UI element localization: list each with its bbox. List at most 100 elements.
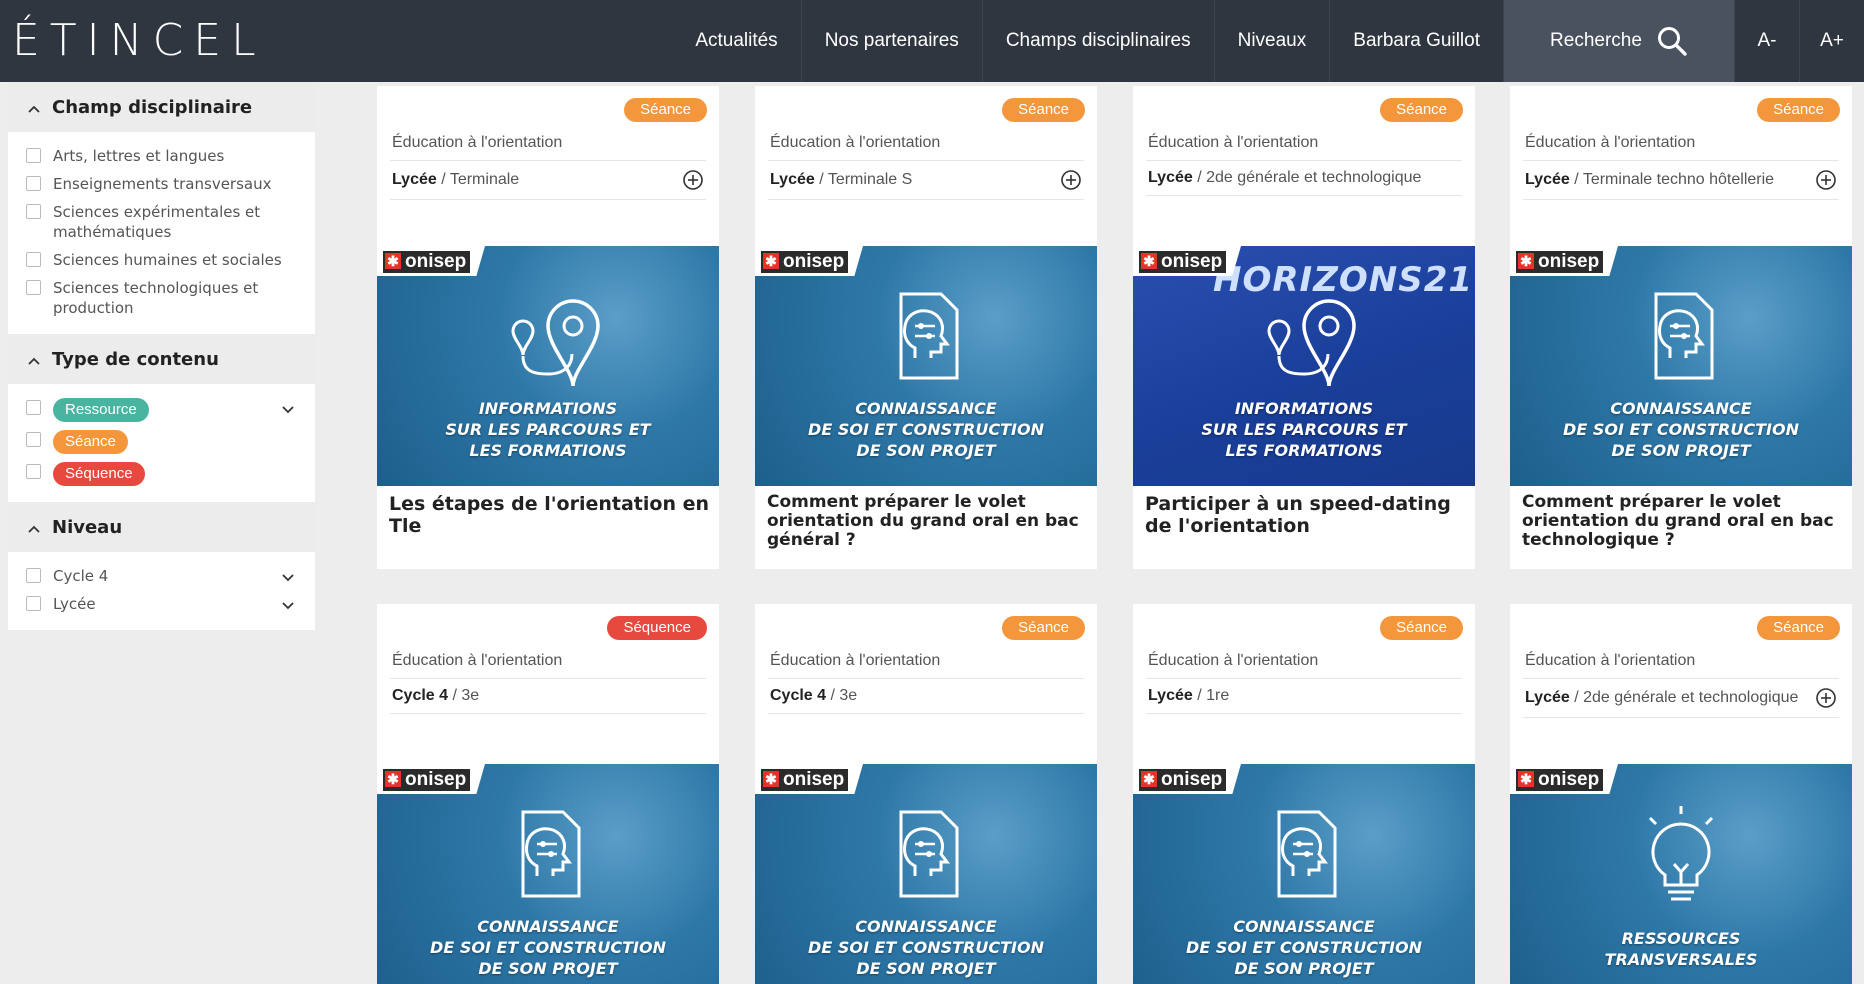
checkbox[interactable] bbox=[26, 204, 41, 219]
checkbox[interactable] bbox=[26, 596, 41, 611]
thumb-caption-line: DE SON PROJET bbox=[478, 959, 618, 978]
card-field: Éducation à l'orientation bbox=[390, 644, 706, 679]
main-nav: Actualités Nos partenaires Champs discip… bbox=[672, 0, 1864, 82]
filter-option[interactable]: Lycée bbox=[8, 590, 315, 618]
resource-card[interactable]: Séance Éducation à l'orientation Cycle 4… bbox=[755, 604, 1097, 984]
nav-item-champs-disciplinaires[interactable]: Champs disciplinaires bbox=[981, 0, 1214, 82]
onisep-star-icon: ✱ bbox=[385, 771, 401, 787]
chevron-down-icon[interactable] bbox=[281, 570, 295, 584]
facet-options-niveau: Cycle 4 Lycée bbox=[8, 552, 315, 630]
checkbox[interactable] bbox=[26, 432, 41, 447]
card-level-detail: / Terminale techno hôtellerie bbox=[1569, 171, 1775, 188]
card-thumbnail: CONNAISSANCE DE SOI ET CONSTRUCTION DE SON… bbox=[1510, 246, 1852, 486]
top-navigation-bar: ÉTINCEL Actualités Nos partenaires Champ… bbox=[0, 0, 1864, 82]
card-field: Éducation à l'orientation bbox=[768, 644, 1084, 679]
filter-option[interactable]: Sciences expérimentales et mathématiques bbox=[8, 198, 315, 246]
facet-title: Niveau bbox=[52, 516, 123, 538]
chevron-down-icon[interactable] bbox=[281, 402, 295, 416]
expand-plus-icon[interactable] bbox=[1815, 687, 1837, 709]
card-level-detail: / 2de générale et technologique bbox=[1569, 689, 1799, 706]
seance-pill: Séance bbox=[53, 430, 128, 454]
resource-card[interactable]: Séance Éducation à l'orientation Lycée /… bbox=[1133, 604, 1475, 984]
checkbox[interactable] bbox=[26, 280, 41, 295]
card-title[interactable]: Comment préparer le volet orientation du… bbox=[767, 493, 1087, 550]
thumb-caption-line: INFORMATIONS bbox=[1234, 399, 1374, 418]
resource-card[interactable]: Séance Éducation à l'orientation Lycée /… bbox=[1510, 86, 1852, 569]
expand-plus-icon[interactable] bbox=[1815, 169, 1837, 191]
thumb-illustration bbox=[377, 286, 719, 401]
head-profile-icon bbox=[899, 810, 959, 898]
font-increase-button[interactable]: A+ bbox=[1799, 0, 1864, 82]
nav-item-user-account[interactable]: Barbara Guillot bbox=[1329, 0, 1503, 82]
filter-option[interactable]: Séquence bbox=[8, 458, 315, 490]
facet-header-champ-disciplinaire[interactable]: Champ disciplinaire bbox=[8, 82, 315, 132]
filter-option[interactable]: Ressource bbox=[8, 394, 315, 426]
nav-item-partenaires[interactable]: Nos partenaires bbox=[800, 0, 982, 82]
card-level-detail: / 1re bbox=[1192, 687, 1230, 704]
resource-card[interactable]: Séance Éducation à l'orientation Lycée /… bbox=[1510, 604, 1852, 984]
thumb-illustration bbox=[1133, 804, 1475, 909]
resource-card[interactable]: Séance Éducation à l'orientation Lycée /… bbox=[1133, 86, 1475, 569]
content-type-badge: Séance bbox=[1380, 98, 1463, 122]
thumb-caption-line: DE SON PROJET bbox=[856, 441, 996, 460]
card-level-main: Lycée bbox=[392, 171, 437, 188]
card-level-main: Cycle 4 bbox=[392, 687, 449, 704]
card-thumbnail: CONNAISSANCE DE SOI ET CONSTRUCTION DE SON… bbox=[755, 246, 1097, 486]
font-decrease-button[interactable]: A- bbox=[1734, 0, 1799, 82]
chevron-up-icon bbox=[28, 357, 40, 365]
card-level-detail: / 3e bbox=[826, 687, 858, 704]
thumb-caption-line: CONNAISSANCE bbox=[855, 917, 997, 936]
card-level: Lycée / Terminale bbox=[390, 161, 706, 200]
filter-option[interactable]: Arts, lettres et langues bbox=[8, 142, 315, 170]
thumb-caption-line: TRANSVERSALES bbox=[1604, 950, 1758, 969]
card-level-main: Cycle 4 bbox=[770, 687, 827, 704]
filter-option[interactable]: Sciences humaines et sociales bbox=[8, 246, 315, 274]
thumb-caption-line: SUR LES PARCOURS ET bbox=[445, 420, 651, 439]
filter-option[interactable]: Sciences technologiques et production bbox=[8, 274, 315, 322]
filter-option[interactable]: Enseignements transversaux bbox=[8, 170, 315, 198]
nav-item-niveaux[interactable]: Niveaux bbox=[1213, 0, 1330, 82]
site-logo[interactable]: ÉTINCEL bbox=[12, 14, 266, 68]
expand-plus-icon[interactable] bbox=[1060, 169, 1082, 191]
head-profile-icon bbox=[1277, 810, 1337, 898]
facet-header-niveau[interactable]: Niveau bbox=[8, 502, 315, 552]
checkbox[interactable] bbox=[26, 252, 41, 267]
checkbox[interactable] bbox=[26, 148, 41, 163]
card-level-main: Lycée bbox=[1525, 171, 1570, 188]
map-pin-icon bbox=[511, 299, 600, 387]
card-level: Cycle 4 / 3e bbox=[768, 679, 1084, 714]
onisep-logo: onisep ✱ bbox=[377, 246, 485, 276]
search-button[interactable]: Recherche bbox=[1503, 0, 1734, 82]
facet-header-type-de-contenu[interactable]: Type de contenu bbox=[8, 334, 315, 384]
chevron-up-icon bbox=[28, 105, 40, 113]
checkbox[interactable] bbox=[26, 464, 41, 479]
onisep-logo: onisep ✱ bbox=[755, 246, 863, 276]
expand-plus-icon[interactable] bbox=[682, 169, 704, 191]
card-field: Éducation à l'orientation bbox=[390, 126, 706, 161]
resource-card[interactable]: Séance Éducation à l'orientation Lycée /… bbox=[377, 86, 719, 569]
card-level-detail: / 3e bbox=[448, 687, 480, 704]
filter-option[interactable]: Séance bbox=[8, 426, 315, 458]
card-level: Lycée / Terminale S bbox=[768, 161, 1084, 200]
card-thumbnail: CONNAISSANCE DE SOI ET CONSTRUCTION DE SON… bbox=[1133, 764, 1475, 984]
card-field: Éducation à l'orientation bbox=[1523, 126, 1839, 161]
thumb-caption-line: LES FORMATIONS bbox=[1225, 441, 1383, 460]
filter-option-label: Arts, lettres et langues bbox=[53, 147, 225, 165]
facet-title: Champ disciplinaire bbox=[52, 96, 253, 118]
checkbox[interactable] bbox=[26, 400, 41, 415]
nav-item-actualites[interactable]: Actualités bbox=[672, 0, 800, 82]
onisep-star-icon: ✱ bbox=[385, 253, 401, 269]
checkbox[interactable] bbox=[26, 568, 41, 583]
thumb-caption-line: RESSOURCES bbox=[1621, 929, 1741, 948]
card-thumbnail: INFORMATIONS SUR LES PARCOURS ET LES FORMA… bbox=[377, 246, 719, 486]
card-title[interactable]: Les étapes de l'orientation en Tle bbox=[389, 493, 709, 537]
resource-card[interactable]: Séance Éducation à l'orientation Lycée /… bbox=[755, 86, 1097, 569]
head-profile-icon bbox=[1654, 292, 1714, 380]
card-title[interactable]: Comment préparer le volet orientation du… bbox=[1522, 493, 1842, 550]
card-title[interactable]: Participer à un speed-dating de l'orient… bbox=[1145, 493, 1465, 537]
chevron-down-icon[interactable] bbox=[281, 598, 295, 612]
checkbox[interactable] bbox=[26, 176, 41, 191]
resource-card[interactable]: Séquence Éducation à l'orientation Cycle… bbox=[377, 604, 719, 984]
filter-option[interactable]: Cycle 4 bbox=[8, 562, 315, 590]
filter-option-label: Enseignements transversaux bbox=[53, 175, 272, 193]
